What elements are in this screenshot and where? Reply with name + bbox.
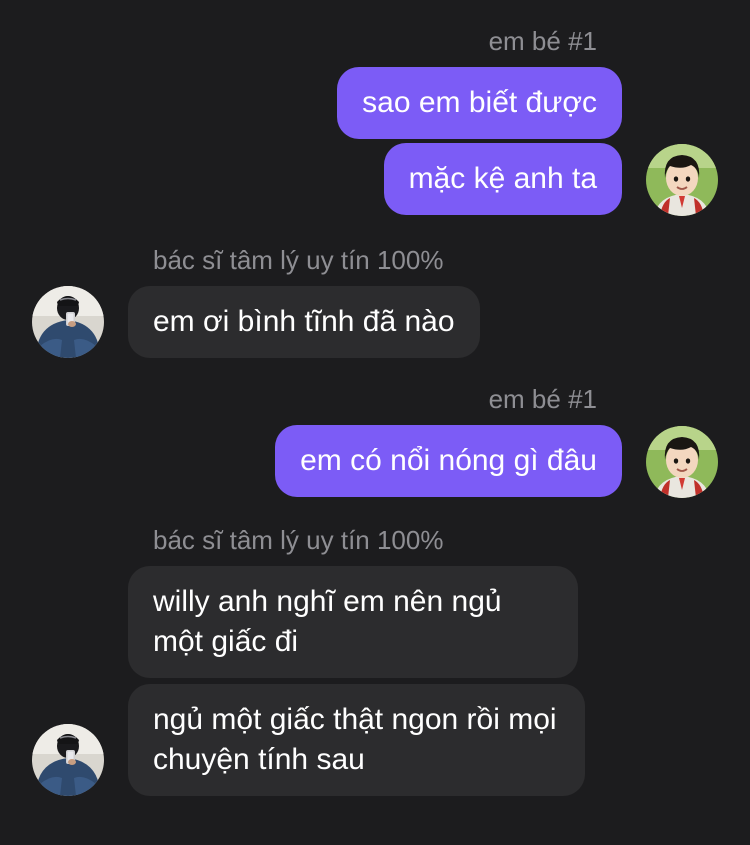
sender-name: bác sĩ tâm lý uy tín 100%	[153, 525, 444, 555]
message-bubble-outgoing[interactable]: mặc kệ anh ta	[383, 143, 622, 215]
man-in-jacket-avatar-icon[interactable]	[32, 286, 104, 358]
child-avatar-icon[interactable]	[646, 426, 718, 498]
chat-thread[interactable]: em bé #1 sao em biết được mặc kệ anh ta …	[0, 0, 750, 845]
sender-name: em bé #1	[488, 384, 597, 414]
child-avatar-icon[interactable]	[646, 144, 718, 216]
message-bubble-outgoing[interactable]: em có nổi nóng gì đâu	[275, 425, 622, 497]
message-bubble-incoming[interactable]: ngủ một giấc thật ngon rồi mọi chuyện tí…	[128, 684, 585, 796]
sender-name: bác sĩ tâm lý uy tín 100%	[153, 245, 444, 275]
message-bubble-incoming[interactable]: em ơi bình tĩnh đã nào	[128, 286, 480, 358]
man-in-jacket-avatar-icon[interactable]	[32, 724, 104, 796]
message-bubble-incoming[interactable]: willy anh nghĩ em nên ngủ một giấc đi	[128, 566, 578, 678]
message-bubble-outgoing[interactable]: sao em biết được	[337, 67, 622, 139]
sender-name: em bé #1	[488, 26, 597, 56]
